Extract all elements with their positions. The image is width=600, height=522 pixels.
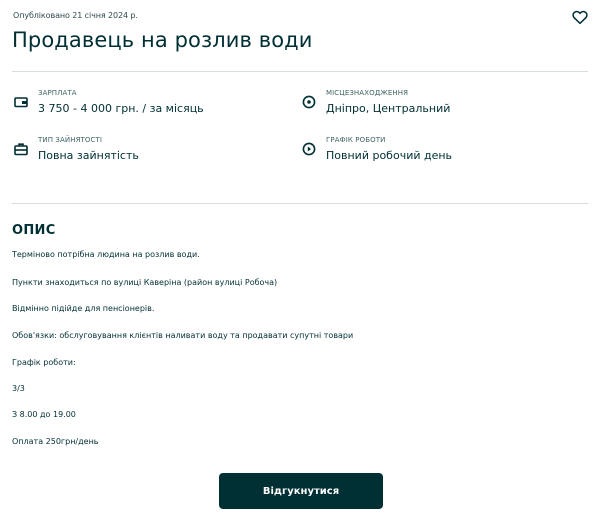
respond-button[interactable]: Відгукнутися [219, 473, 383, 509]
location-value: Дніпро, Центральний [326, 102, 451, 115]
salary-info: Зарплата 3 750 - 4 000 грн. / за місяць [14, 89, 274, 121]
location-info: Місцезнаходження Дніпро, Центральний [302, 89, 572, 121]
schedule-label: Графік роботи [326, 136, 386, 144]
employment-label: Тип зайнятості [38, 136, 103, 144]
description-line: Обов'язки: обслуговування клієнтів налив… [12, 331, 354, 340]
schedule-info: Графік роботи Повний робочий день [302, 136, 572, 168]
description-line: З 8.00 до 19.00 [12, 410, 76, 419]
heart-icon[interactable] [571, 8, 589, 26]
job-title: Продавець на розлив води [12, 28, 313, 52]
published-date: Опубліковано 21 січня 2024 р. [13, 11, 138, 20]
description-title: ОПИС [12, 223, 56, 238]
schedule-value: Повний робочий день [326, 149, 453, 162]
salary-value: 3 750 - 4 000 грн. / за місяць [38, 102, 204, 115]
description-line: Терміново потрібна людина на розлив води… [12, 250, 200, 259]
salary-label: Зарплата [38, 89, 77, 97]
description-line: 3/3 [12, 384, 25, 393]
employment-info: Тип зайнятості Повна зайнятість [14, 136, 274, 168]
middle-divider [12, 203, 588, 204]
description-line: Оплата 250грн/день [12, 437, 99, 446]
description-line: Відмінно підійде для пенсіонерів. [12, 304, 155, 313]
job-listing-page: Опубліковано 21 січня 2024 р. Продавець … [0, 0, 600, 522]
employment-value: Повна зайнятість [38, 149, 139, 162]
clock-icon [302, 142, 316, 156]
briefcase-icon [14, 143, 28, 156]
location-pin-icon [302, 95, 316, 109]
description-line: Пункти знаходиться по вулиці Каверіна (р… [12, 278, 278, 287]
money-icon [14, 97, 28, 108]
top-divider [12, 71, 588, 72]
location-label: Місцезнаходження [326, 89, 409, 97]
description-line: Графік роботи: [12, 358, 76, 367]
